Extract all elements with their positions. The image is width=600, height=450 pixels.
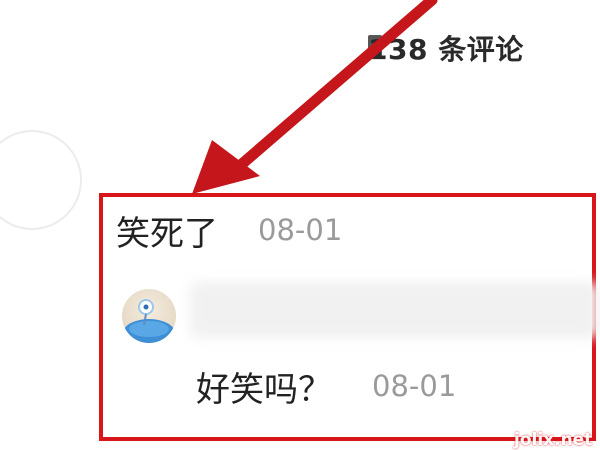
comment-time: 08-01 xyxy=(258,213,343,247)
reply-username-blurred xyxy=(190,282,600,338)
avatar-placeholder xyxy=(0,130,82,230)
comment-count-label: 138 条评论 xyxy=(368,33,524,66)
arrow-shaft xyxy=(222,0,438,182)
reply-avatar[interactable] xyxy=(122,289,176,343)
reply-text: 好笑吗？ xyxy=(196,370,332,410)
comment-text: 笑死了 xyxy=(116,214,218,254)
avatar-illustration-icon xyxy=(123,299,175,343)
watermark-text: jolix.net xyxy=(514,430,593,450)
reply-time: 08-01 xyxy=(372,369,457,403)
arrow-head xyxy=(192,140,260,194)
